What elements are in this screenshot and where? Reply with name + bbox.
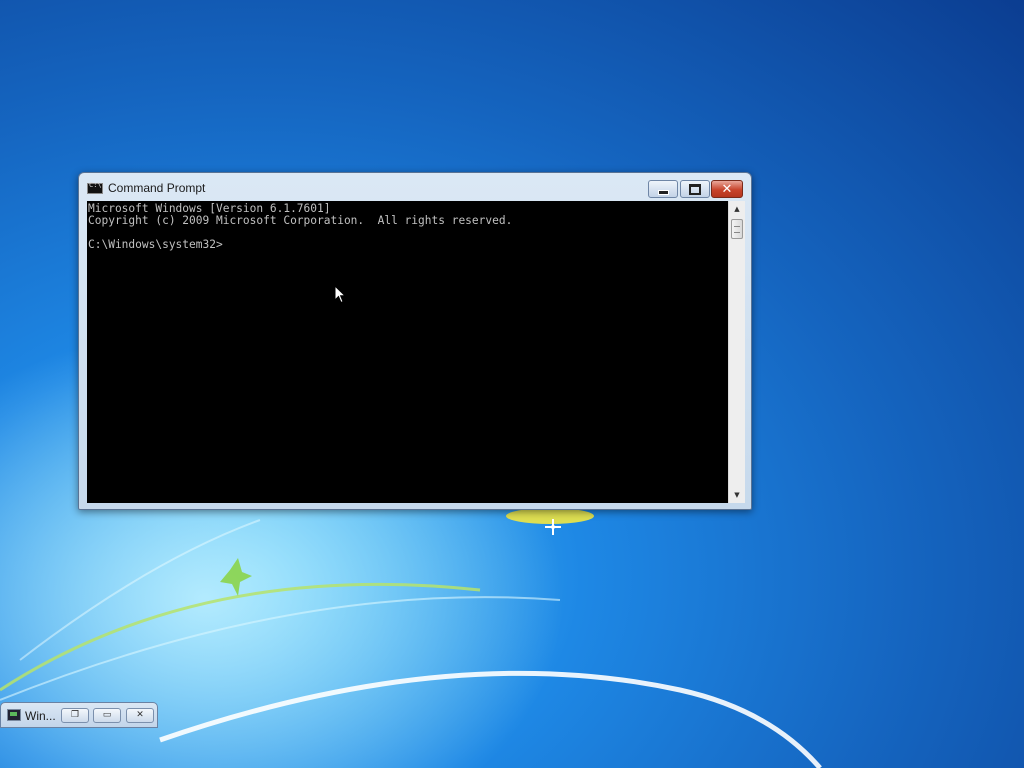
close-icon: ✕ <box>136 710 144 720</box>
mouse-pointer-icon <box>334 285 346 304</box>
minimize-button[interactable] <box>648 180 678 198</box>
console-output[interactable]: Microsoft Windows [Version 6.1.7601] Cop… <box>87 201 728 503</box>
close-button[interactable]: ✕ <box>126 708 154 723</box>
console-line: Copyright (c) 2009 Microsoft Corporation… <box>88 214 513 227</box>
maximize-icon <box>689 183 701 195</box>
scroll-up-arrow-icon[interactable]: ▲ <box>729 201 745 217</box>
close-icon: ✕ <box>721 181 733 197</box>
maximize-icon: ▭ <box>102 710 112 720</box>
close-button[interactable]: ✕ <box>711 180 743 198</box>
minimized-window[interactable]: Win... ❐ ▭ ✕ <box>0 702 158 728</box>
maximize-button[interactable] <box>680 180 710 198</box>
cmd-icon[interactable] <box>87 181 103 194</box>
scrollbar-thumb[interactable] <box>731 219 743 239</box>
command-prompt-line[interactable]: C:\Windows\system32> <box>88 238 223 251</box>
desktop[interactable]: Command Prompt ✕ Microsoft Windows [Vers… <box>0 0 1024 768</box>
title-bar[interactable]: Command Prompt ✕ <box>79 173 751 201</box>
minimized-window-title[interactable]: Win... <box>25 709 56 723</box>
maximize-button[interactable]: ▭ <box>93 708 121 723</box>
command-prompt-window[interactable]: Command Prompt ✕ Microsoft Windows [Vers… <box>78 172 752 510</box>
minimize-icon <box>657 189 669 195</box>
busy-cursor-icon <box>545 519 561 535</box>
restore-icon: ❐ <box>70 710 80 720</box>
vertical-scrollbar[interactable]: ▲ ▼ <box>728 201 745 503</box>
restore-button[interactable]: ❐ <box>61 708 89 723</box>
window-title: Command Prompt <box>108 181 206 195</box>
scroll-down-arrow-icon[interactable]: ▼ <box>729 487 745 503</box>
window-icon <box>7 709 21 721</box>
